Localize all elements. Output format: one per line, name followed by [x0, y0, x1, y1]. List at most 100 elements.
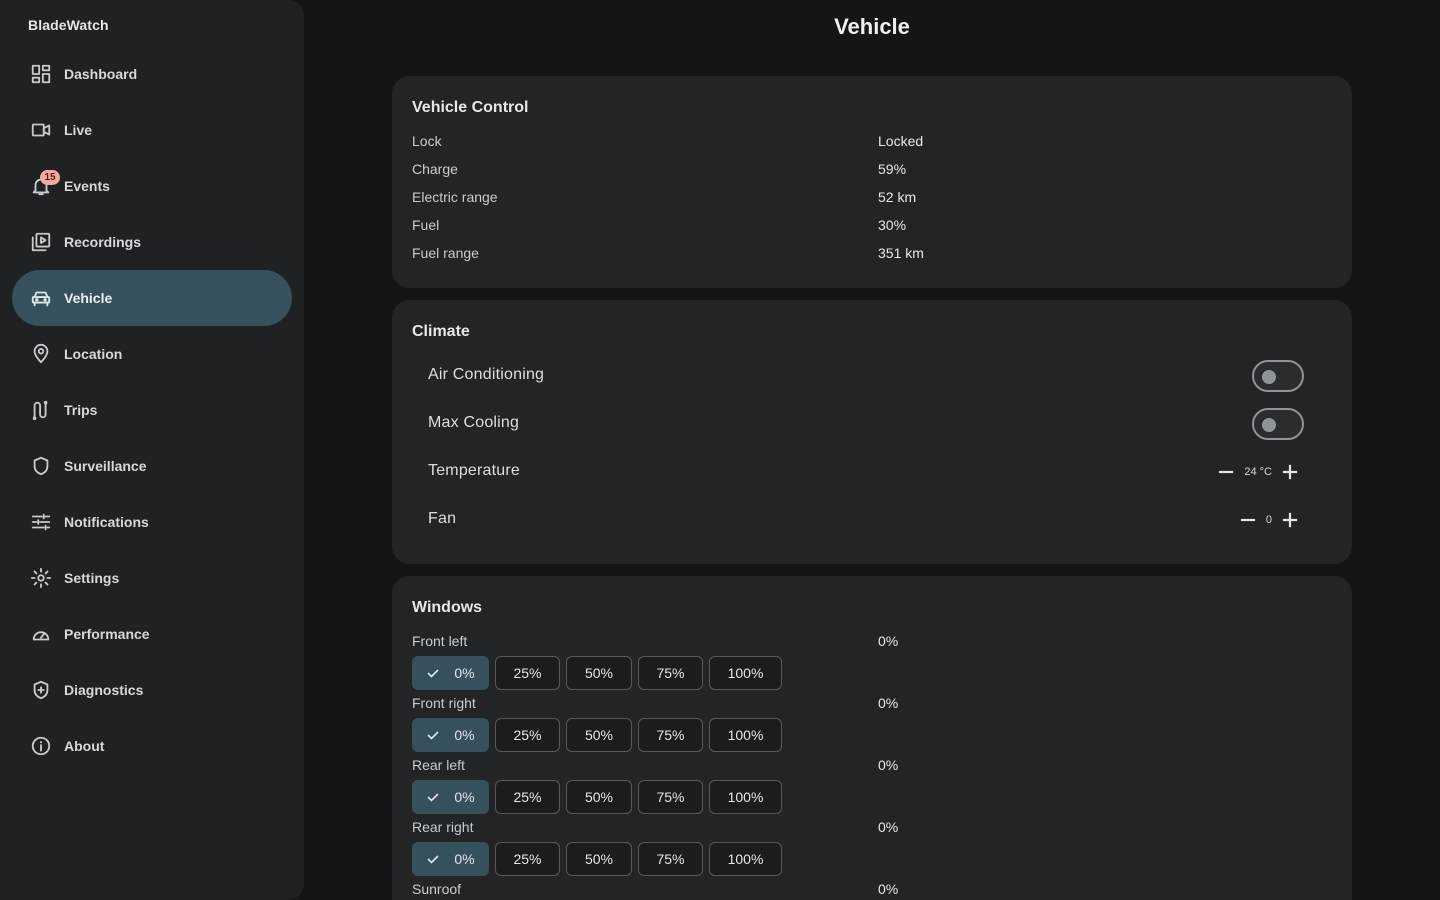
window-option-25[interactable]: 25% [495, 780, 560, 814]
events-count-badge: 15 [40, 170, 60, 185]
kv-value: 59% [878, 161, 907, 177]
max-cooling-label: Max Cooling [428, 414, 520, 431]
page-title: Vehicle [834, 14, 910, 39]
window-option-25[interactable]: 25% [495, 842, 560, 876]
sidebar-item-dashboard[interactable]: Dashboard [12, 46, 292, 102]
air-conditioning-label: Air Conditioning [428, 366, 545, 383]
check-icon [426, 852, 440, 866]
sidebar-item-location[interactable]: Location [12, 326, 292, 382]
sidebar-item-vehicle[interactable]: Vehicle [12, 270, 292, 326]
shield-icon [29, 454, 53, 478]
health-shield-icon [29, 678, 53, 702]
window-value: 0% [878, 633, 899, 649]
rear-right-window-selector: 0% 25% 50% 75% 100% [412, 842, 788, 876]
window-option-0[interactable]: 0% [412, 780, 489, 814]
sidebar-item-recordings[interactable]: Recordings [12, 214, 292, 270]
max-cooling-toggle[interactable] [1252, 408, 1304, 440]
max-cooling-row: Max Cooling [428, 408, 1304, 440]
sidebar-item-label: Vehicle [64, 290, 113, 306]
lock-row: Lock Locked [412, 133, 1332, 153]
window-option-50[interactable]: 50% [566, 842, 632, 876]
kv-label: Fuel range [412, 245, 479, 261]
kv-label: Fuel [412, 217, 440, 233]
window-option-0[interactable]: 0% [412, 656, 489, 690]
route-icon [29, 398, 53, 422]
air-conditioning-toggle[interactable] [1252, 360, 1304, 392]
windows-card: Windows Front left 0% 0% 25% 50% 75% 100… [392, 576, 1352, 900]
sidebar-item-label: Performance [64, 626, 150, 642]
window-option-25[interactable]: 25% [495, 718, 560, 752]
kv-value: 30% [878, 217, 907, 233]
info-icon [29, 734, 53, 758]
window-option-75[interactable]: 75% [638, 718, 703, 752]
sidebar-item-notifications[interactable]: Notifications [12, 494, 292, 550]
sidebar-item-label: Dashboard [64, 66, 138, 82]
temperature-value: 24 °C [1244, 466, 1272, 478]
fan-row: Fan 0 [428, 504, 1304, 536]
sidebar-item-label: About [64, 738, 105, 754]
toggle-knob [1262, 370, 1276, 384]
window-option-25[interactable]: 25% [495, 656, 560, 690]
speedometer-icon [29, 622, 53, 646]
sidebar-item-settings[interactable]: Settings [12, 550, 292, 606]
sidebar-item-surveillance[interactable]: Surveillance [12, 438, 292, 494]
window-option-100[interactable]: 100% [709, 780, 782, 814]
sidebar-item-label: Diagnostics [64, 682, 144, 698]
window-option-75[interactable]: 75% [638, 656, 703, 690]
window-option-0[interactable]: 0% [412, 718, 489, 752]
sidebar-item-label: Location [64, 346, 123, 362]
check-icon [426, 790, 440, 804]
window-label: Rear right [412, 819, 474, 835]
rear-left-window-selector: 0% 25% 50% 75% 100% [412, 780, 788, 814]
window-option-100[interactable]: 100% [709, 718, 782, 752]
fan-stepper: 0 [1234, 504, 1304, 536]
temperature-stepper: 24 °C [1212, 456, 1304, 488]
sidebar-item-performance[interactable]: Performance [12, 606, 292, 662]
check-icon [426, 666, 440, 680]
fuel-range-row: Fuel range 351 km [412, 245, 1332, 265]
sidebar-item-events[interactable]: 15 Events [12, 158, 292, 214]
temperature-label: Temperature [428, 462, 521, 479]
fan-label: Fan [428, 510, 457, 527]
sidebar-item-live[interactable]: Live [12, 102, 292, 158]
charge-row: Charge 59% [412, 161, 1332, 181]
sidebar-item-diagnostics[interactable]: Diagnostics [12, 662, 292, 718]
window-option-50[interactable]: 50% [566, 780, 632, 814]
card-title: Vehicle Control [412, 99, 529, 116]
temperature-increase-button[interactable] [1276, 458, 1304, 486]
fan-increase-button[interactable] [1276, 506, 1304, 534]
temperature-decrease-button[interactable] [1212, 458, 1240, 486]
window-option-100[interactable]: 100% [709, 842, 782, 876]
kv-label: Electric range [412, 189, 498, 205]
window-value: 0% [878, 819, 899, 835]
card-title: Windows [412, 599, 483, 616]
window-option-75[interactable]: 75% [638, 842, 703, 876]
window-option-100[interactable]: 100% [709, 656, 782, 690]
vehicle-control-card: Vehicle Control Lock Locked Charge 59% E… [392, 76, 1352, 288]
kv-value: Locked [878, 133, 924, 149]
window-option-75[interactable]: 75% [638, 780, 703, 814]
window-option-0[interactable]: 0% [412, 842, 489, 876]
card-title: Climate [412, 323, 470, 340]
sidebar-item-about[interactable]: About [12, 718, 292, 774]
window-label: Front right [412, 695, 476, 711]
sidebar-item-label: Recordings [64, 234, 142, 250]
app-title: BladeWatch [28, 17, 109, 33]
sidebar-item-label: Notifications [64, 514, 149, 530]
fan-decrease-button[interactable] [1234, 506, 1262, 534]
front-right-window-selector: 0% 25% 50% 75% 100% [412, 718, 788, 752]
window-label: Front left [412, 633, 468, 649]
fuel-row: Fuel 30% [412, 217, 1332, 237]
window-option-50[interactable]: 50% [566, 656, 632, 690]
tune-icon [29, 510, 53, 534]
minus-icon [1219, 470, 1234, 474]
window-option-50[interactable]: 50% [566, 718, 632, 752]
plus-icon [1282, 464, 1298, 480]
car-icon [29, 286, 53, 310]
plus-icon [1282, 512, 1298, 528]
sidebar-nav: Dashboard Live 15 Events Recordings Vehi… [12, 46, 292, 774]
fan-value: 0 [1265, 514, 1272, 526]
toggle-knob [1262, 418, 1276, 432]
sidebar-item-trips[interactable]: Trips [12, 382, 292, 438]
kv-label: Charge [412, 161, 458, 177]
